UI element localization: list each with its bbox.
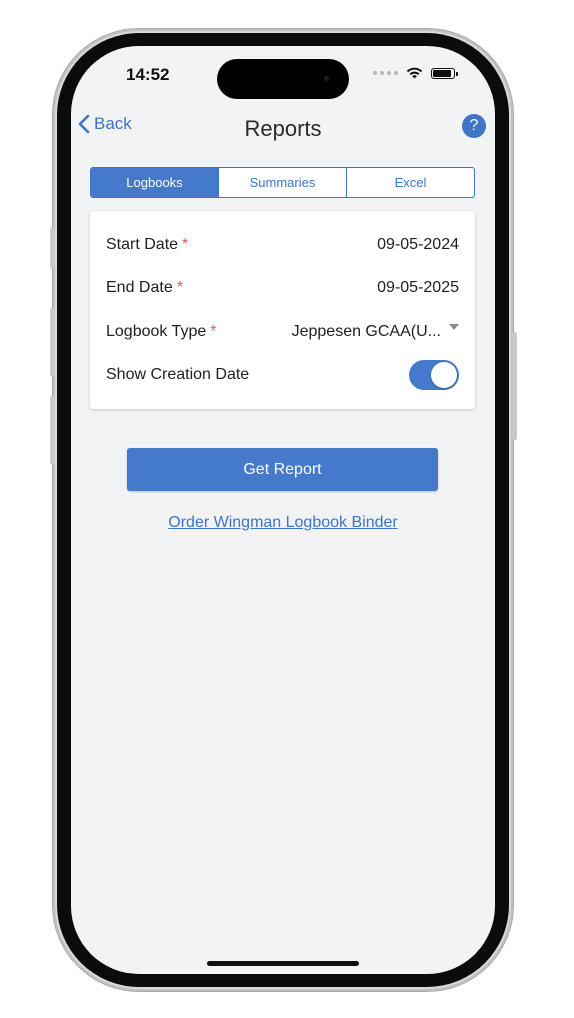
status-icons xyxy=(373,67,458,79)
logbook-type-value: Jeppesen GCAA(U... xyxy=(291,323,441,340)
report-type-tabs: Logbooks Summaries Excel xyxy=(90,167,475,198)
help-button[interactable]: ? xyxy=(462,114,486,138)
status-time: 14:52 xyxy=(126,65,170,84)
show-creation-date-label: Show Creation Date xyxy=(106,366,250,383)
logbook-type-row: Logbook Type * Jeppesen GCAA(U... xyxy=(106,318,459,346)
camera-icon xyxy=(324,76,329,81)
start-date-row: Start Date * 09-05-2024 xyxy=(106,231,459,259)
action-button xyxy=(50,227,55,269)
dynamic-island xyxy=(217,59,349,99)
show-creation-date-row: Show Creation Date xyxy=(106,359,459,391)
required-mark: * xyxy=(176,279,183,296)
end-date-row: End Date * 09-05-2025 xyxy=(106,274,459,302)
end-date-field[interactable]: 09-05-2025 xyxy=(377,279,459,297)
end-date-label: End Date * xyxy=(106,279,183,296)
logbook-type-label: Logbook Type * xyxy=(106,323,217,340)
tab-summaries[interactable]: Summaries xyxy=(218,168,346,197)
required-mark: * xyxy=(182,236,189,253)
start-date-label: Start Date * xyxy=(106,236,189,253)
page-title: Reports xyxy=(244,116,322,141)
app-screen: 14:52 Back Reports ? Logbooks Summaries … xyxy=(71,46,495,974)
dropdown-arrow-icon xyxy=(449,324,459,330)
power-button xyxy=(512,332,517,440)
order-binder-link[interactable]: Order Wingman Logbook Binder xyxy=(71,514,495,532)
volume-down-button xyxy=(50,396,55,464)
toggle-knob xyxy=(431,362,457,388)
start-date-field[interactable]: 09-05-2024 xyxy=(377,236,459,254)
show-creation-date-toggle[interactable] xyxy=(409,360,459,390)
tab-excel[interactable]: Excel xyxy=(346,168,474,197)
logbook-type-select[interactable]: Jeppesen GCAA(U... xyxy=(292,323,459,341)
get-report-button[interactable]: Get Report xyxy=(127,448,438,491)
home-indicator[interactable] xyxy=(207,961,359,966)
report-options-card: Start Date * 09-05-2024 End Date * 09-05-2… xyxy=(90,211,475,409)
wifi-icon xyxy=(406,67,423,79)
volume-up-button xyxy=(50,308,55,376)
signal-icon xyxy=(373,71,398,75)
tab-logbooks[interactable]: Logbooks xyxy=(91,168,218,197)
required-mark: * xyxy=(210,323,217,340)
battery-icon xyxy=(431,67,458,79)
